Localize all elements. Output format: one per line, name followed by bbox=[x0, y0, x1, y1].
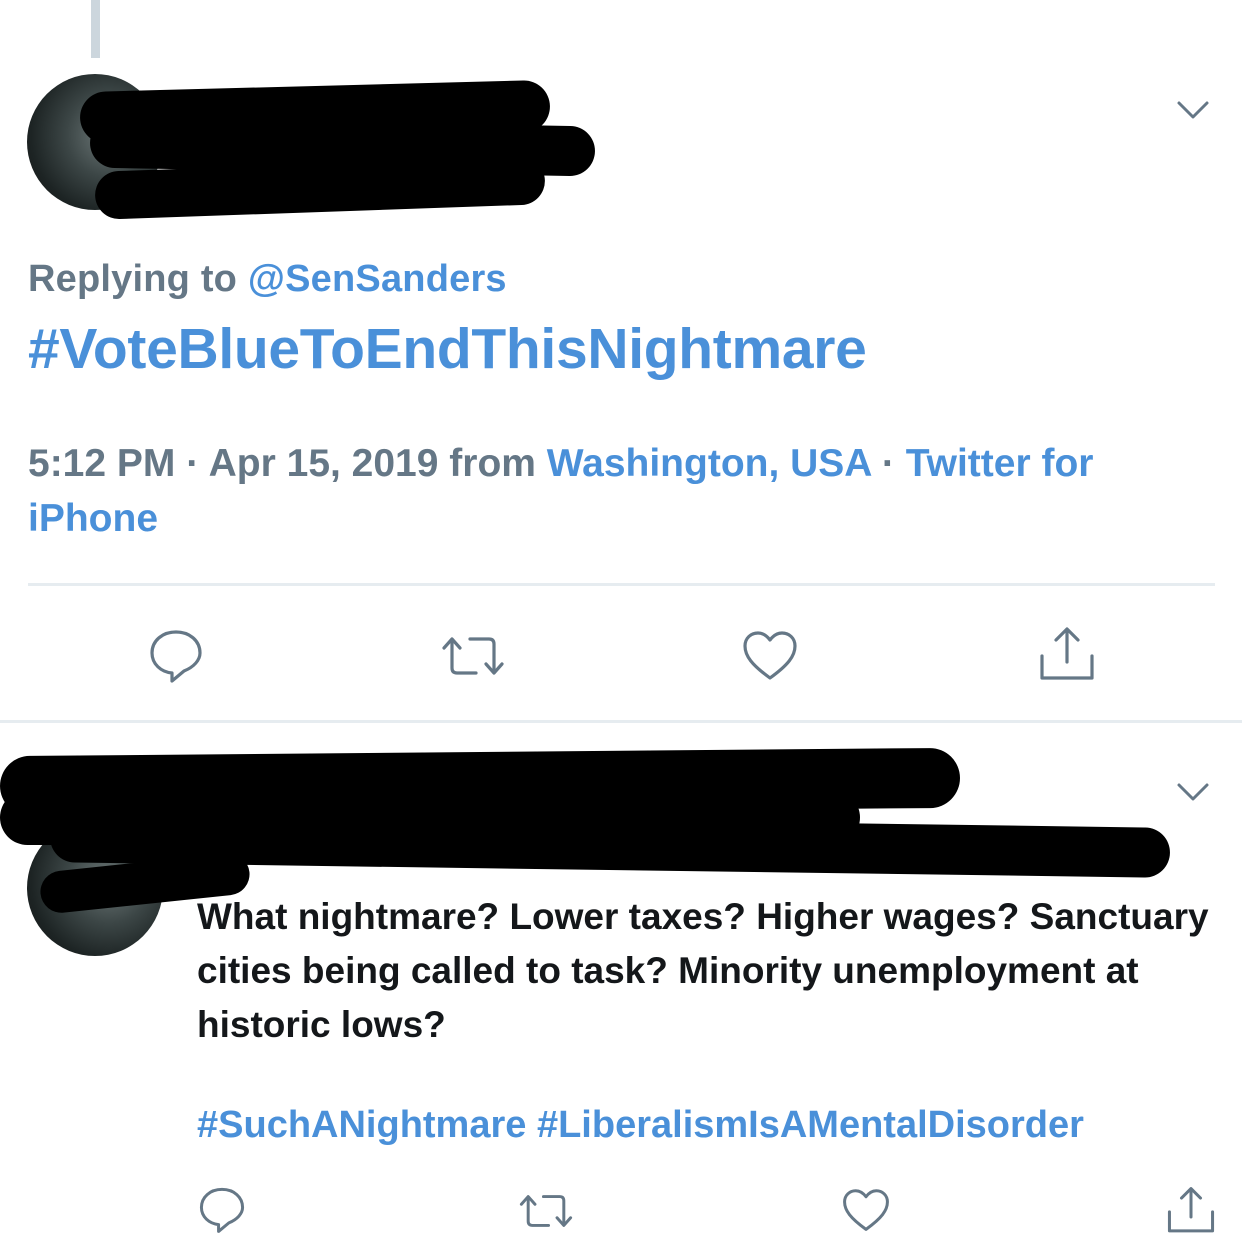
tweet-hashtags-link[interactable]: #SuchANightmare #LiberalismIsAMentalDiso… bbox=[197, 1104, 1084, 1147]
from-label: from bbox=[438, 442, 547, 485]
retweet-icon[interactable] bbox=[518, 1192, 574, 1230]
reply-icon[interactable] bbox=[148, 628, 204, 684]
tweet-time[interactable]: 5:12 PM bbox=[28, 442, 175, 485]
separator: · bbox=[175, 442, 209, 485]
reply-prefix: Replying to bbox=[28, 258, 238, 300]
heart-icon[interactable] bbox=[842, 1188, 890, 1233]
retweet-icon[interactable] bbox=[440, 634, 506, 678]
divider bbox=[0, 720, 1242, 723]
reply-handle-link[interactable]: @SenSanders bbox=[248, 258, 507, 300]
tweet-date[interactable]: Apr 15, 2019 bbox=[209, 442, 439, 485]
location-link[interactable]: Washington, USA bbox=[547, 442, 871, 485]
share-icon[interactable] bbox=[1166, 1186, 1216, 1236]
tweet-body: What nightmare? Lower taxes? Higher wage… bbox=[197, 896, 1209, 1045]
tweet-hashtag-link[interactable]: #VoteBlueToEndThisNightmare bbox=[28, 316, 867, 382]
share-icon[interactable] bbox=[1038, 626, 1096, 684]
chevron-down-icon[interactable] bbox=[1176, 782, 1210, 802]
heart-icon[interactable] bbox=[742, 630, 798, 682]
reply-icon[interactable] bbox=[198, 1186, 246, 1234]
divider bbox=[28, 583, 1215, 586]
tweet-metadata: 5:12 PM · Apr 15, 2019 from Washington, … bbox=[28, 436, 1218, 546]
chevron-down-icon[interactable] bbox=[1176, 100, 1210, 120]
replying-to-line: Replying to @SenSanders bbox=[28, 258, 507, 301]
thread-connector-line bbox=[91, 0, 100, 58]
separator: · bbox=[871, 442, 906, 485]
